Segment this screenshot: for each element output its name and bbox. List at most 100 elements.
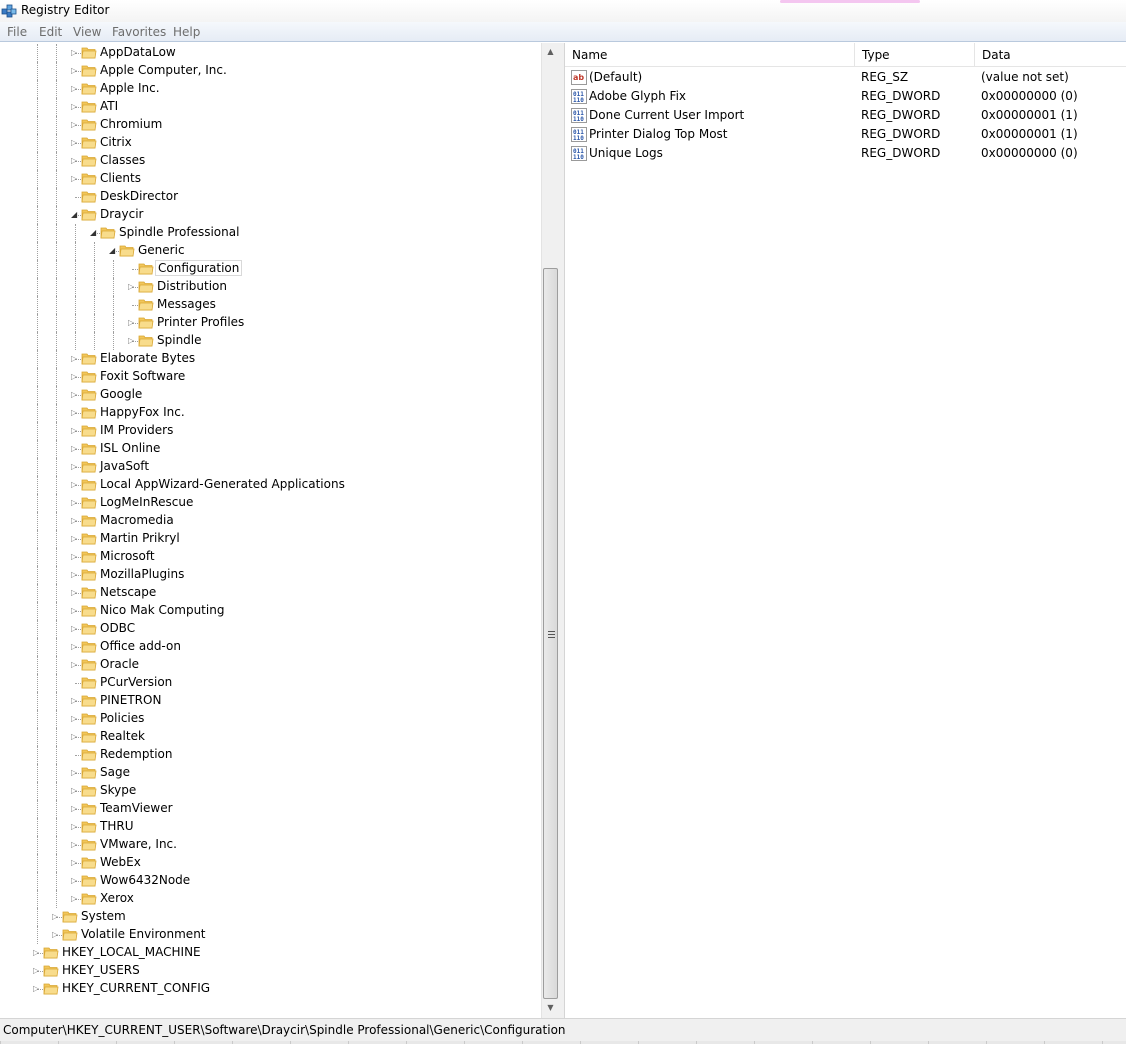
expand-arrow-icon[interactable]: ▷ — [33, 949, 41, 957]
expand-arrow-icon[interactable]: ▷ — [71, 733, 79, 741]
tree-node-deskdirector[interactable]: DeskDirector — [0, 188, 540, 206]
tree-node-local-appwizard-generated-applications[interactable]: ▷ Local AppWizard-Generated Applications — [0, 476, 540, 494]
tree-node-vmware-inc[interactable]: ▷ VMware, Inc. — [0, 836, 540, 854]
expand-arrow-icon[interactable]: ▷ — [71, 427, 79, 435]
menu-favorites[interactable]: Favorites — [112, 25, 166, 39]
expand-arrow-icon[interactable]: ▷ — [71, 553, 79, 561]
menu-file[interactable]: File — [7, 25, 27, 39]
tree-node-messages[interactable]: Messages — [0, 296, 540, 314]
expand-arrow-icon[interactable]: ▷ — [71, 481, 79, 489]
tree-node-wow6432node[interactable]: ▷ Wow6432Node — [0, 872, 540, 890]
tree-node-clients[interactable]: ▷ Clients — [0, 170, 540, 188]
expand-arrow-icon[interactable]: ▷ — [128, 319, 136, 327]
expand-arrow-icon[interactable]: ▷ — [128, 283, 136, 291]
column-header-name[interactable]: Name — [565, 43, 855, 67]
expand-arrow-icon[interactable]: ▷ — [71, 697, 79, 705]
expand-arrow-icon[interactable]: ▷ — [71, 49, 79, 57]
collapse-arrow-icon[interactable]: ◢ — [109, 247, 117, 255]
expand-arrow-icon[interactable]: ▷ — [71, 643, 79, 651]
tree-scrollbar[interactable]: ▲ ▼ — [541, 43, 558, 1018]
expand-arrow-icon[interactable]: ▷ — [71, 607, 79, 615]
expand-arrow-icon[interactable]: ▷ — [52, 931, 60, 939]
tree-node-foxit-software[interactable]: ▷ Foxit Software — [0, 368, 540, 386]
tree-node-xerox[interactable]: ▷ Xerox — [0, 890, 540, 908]
tree-node-printer-profiles[interactable]: ▷ Printer Profiles — [0, 314, 540, 332]
expand-arrow-icon[interactable]: ▷ — [71, 103, 79, 111]
expand-arrow-icon[interactable]: ▷ — [71, 535, 79, 543]
expand-arrow-icon[interactable]: ▷ — [33, 967, 41, 975]
tree-node-google[interactable]: ▷ Google — [0, 386, 540, 404]
expand-arrow-icon[interactable]: ▷ — [71, 85, 79, 93]
tree-node-macromedia[interactable]: ▷ Macromedia — [0, 512, 540, 530]
expand-arrow-icon[interactable]: ▷ — [71, 67, 79, 75]
expand-arrow-icon[interactable]: ▷ — [71, 841, 79, 849]
tree-node-hkey-users[interactable]: ▷ HKEY_USERS — [0, 962, 540, 980]
expand-arrow-icon[interactable]: ▷ — [71, 895, 79, 903]
expand-arrow-icon[interactable]: ▷ — [71, 139, 79, 147]
tree-node-pcurversion[interactable]: PCurVersion — [0, 674, 540, 692]
tree-node-webex[interactable]: ▷ WebEx — [0, 854, 540, 872]
tree-node-system[interactable]: ▷ System — [0, 908, 540, 926]
tree-node-teamviewer[interactable]: ▷ TeamViewer — [0, 800, 540, 818]
tree-node-sage[interactable]: ▷ Sage — [0, 764, 540, 782]
value-row[interactable]: 011 110 Adobe Glyph Fix REG_DWORD 0x00000000… — [565, 87, 1126, 106]
tree-node-isl-online[interactable]: ▷ ISL Online — [0, 440, 540, 458]
expand-arrow-icon[interactable]: ▷ — [71, 445, 79, 453]
tree-node-netscape[interactable]: ▷ Netscape — [0, 584, 540, 602]
tree-node-apple-computer-inc[interactable]: ▷ Apple Computer, Inc. — [0, 62, 540, 80]
tree-node-javasoft[interactable]: ▷ JavaSoft — [0, 458, 540, 476]
tree-node-microsoft[interactable]: ▷ Microsoft — [0, 548, 540, 566]
tree-node-configuration[interactable]: Configuration — [0, 260, 540, 278]
tree-node-hkey-local-machine[interactable]: ▷ HKEY_LOCAL_MACHINE — [0, 944, 540, 962]
collapse-arrow-icon[interactable]: ◢ — [71, 211, 79, 219]
tree-node-mozillaplugins[interactable]: ▷ MozillaPlugins — [0, 566, 540, 584]
tree-node-skype[interactable]: ▷ Skype — [0, 782, 540, 800]
expand-arrow-icon[interactable]: ▷ — [71, 463, 79, 471]
tree-node-happyfox-inc[interactable]: ▷ HappyFox Inc. — [0, 404, 540, 422]
tree-node-citrix[interactable]: ▷ Citrix — [0, 134, 540, 152]
tree-node-martin-prikryl[interactable]: ▷ Martin Prikryl — [0, 530, 540, 548]
expand-arrow-icon[interactable]: ▷ — [71, 877, 79, 885]
scroll-thumb[interactable] — [543, 268, 558, 999]
tree-node-policies[interactable]: ▷ Policies — [0, 710, 540, 728]
column-header-type[interactable]: Type — [855, 43, 975, 67]
expand-arrow-icon[interactable]: ▷ — [71, 409, 79, 417]
tree-node-draycir[interactable]: ◢ Draycir — [0, 206, 540, 224]
value-list[interactable]: Name Type Data ab (Default) REG_SZ (value n… — [564, 43, 1126, 1018]
expand-arrow-icon[interactable]: ▷ — [71, 805, 79, 813]
tree-node-generic[interactable]: ◢ Generic — [0, 242, 540, 260]
expand-arrow-icon[interactable]: ▷ — [71, 571, 79, 579]
tree-node-classes[interactable]: ▷ Classes — [0, 152, 540, 170]
expand-arrow-icon[interactable]: ▷ — [71, 391, 79, 399]
expand-arrow-icon[interactable]: ▷ — [71, 157, 79, 165]
expand-arrow-icon[interactable]: ▷ — [71, 517, 79, 525]
value-row[interactable]: 011 110 Done Current User Import REG_DWORD 0… — [565, 106, 1126, 125]
tree-node-logmeinrescue[interactable]: ▷ LogMeInRescue — [0, 494, 540, 512]
expand-arrow-icon[interactable]: ▷ — [71, 499, 79, 507]
tree-node-spindle[interactable]: ▷ Spindle — [0, 332, 540, 350]
collapse-arrow-icon[interactable]: ◢ — [90, 229, 98, 237]
tree-node-redemption[interactable]: Redemption — [0, 746, 540, 764]
tree-node-thru[interactable]: ▷ THRU — [0, 818, 540, 836]
value-row[interactable]: 011 110 Printer Dialog Top Most REG_DWORD 0x… — [565, 125, 1126, 144]
tree-node-distribution[interactable]: ▷ Distribution — [0, 278, 540, 296]
tree-node-apple-inc[interactable]: ▷ Apple Inc. — [0, 80, 540, 98]
value-row[interactable]: 011 110 Unique Logs REG_DWORD 0x00000000 (0) — [565, 144, 1126, 163]
expand-arrow-icon[interactable]: ▷ — [71, 175, 79, 183]
scroll-up-arrow-icon[interactable]: ▲ — [542, 43, 559, 60]
tree-node-office-add-on[interactable]: ▷ Office add-on — [0, 638, 540, 656]
expand-arrow-icon[interactable]: ▷ — [71, 589, 79, 597]
expand-arrow-icon[interactable]: ▷ — [71, 823, 79, 831]
tree-node-chromium[interactable]: ▷ Chromium — [0, 116, 540, 134]
value-row[interactable]: ab (Default) REG_SZ (value not set) — [565, 68, 1126, 87]
tree-node-spindle-professional[interactable]: ◢ Spindle Professional — [0, 224, 540, 242]
expand-arrow-icon[interactable]: ▷ — [33, 985, 41, 993]
tree-node-elaborate-bytes[interactable]: ▷ Elaborate Bytes — [0, 350, 540, 368]
expand-arrow-icon[interactable]: ▷ — [71, 787, 79, 795]
expand-arrow-icon[interactable]: ▷ — [71, 625, 79, 633]
tree-node-oracle[interactable]: ▷ Oracle — [0, 656, 540, 674]
tree-node-im-providers[interactable]: ▷ IM Providers — [0, 422, 540, 440]
expand-arrow-icon[interactable]: ▷ — [71, 859, 79, 867]
tree-node-pinetron[interactable]: ▷ PINETRON — [0, 692, 540, 710]
tree-node-ati[interactable]: ▷ ATI — [0, 98, 540, 116]
